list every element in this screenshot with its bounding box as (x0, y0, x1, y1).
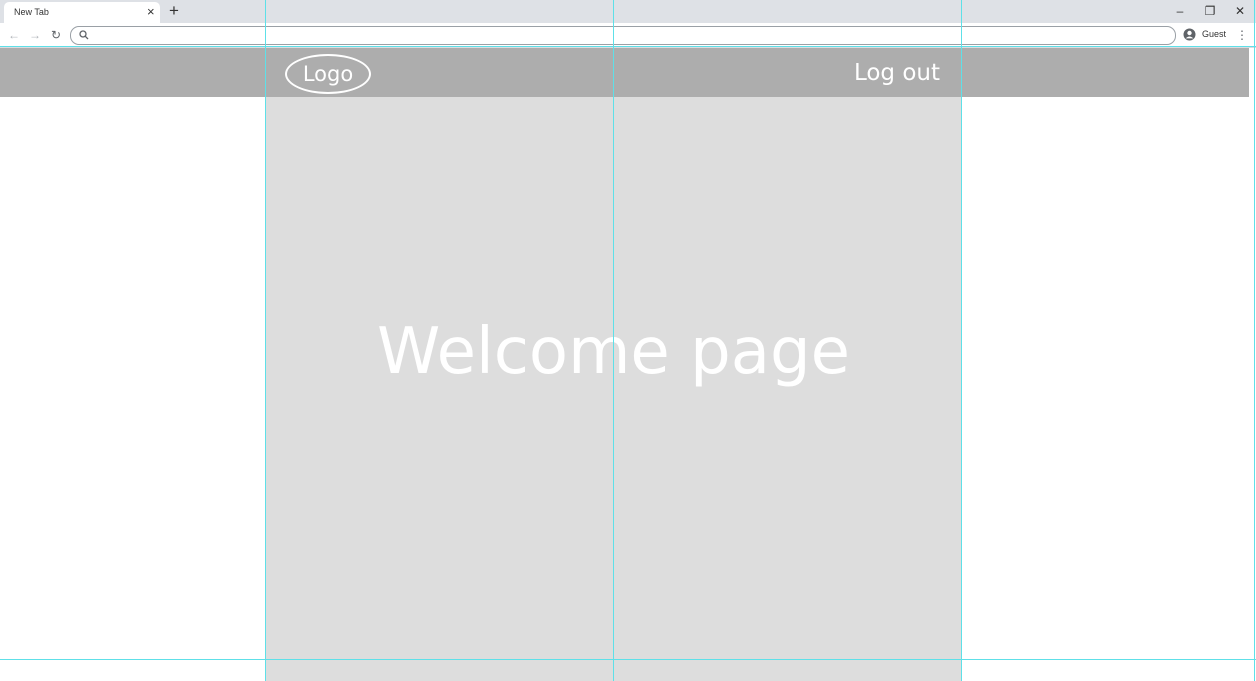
restore-button[interactable]: ❐ (1196, 1, 1224, 21)
site-header: Logo Log out (0, 48, 1249, 97)
new-tab-button[interactable]: + (169, 1, 179, 21)
avatar-icon (1183, 28, 1196, 41)
tab-close-icon[interactable]: × (147, 4, 155, 20)
tab-strip: New Tab × + – ❐ ✕ (0, 0, 1256, 23)
forward-icon[interactable]: → (26, 26, 44, 44)
browser-tab[interactable]: New Tab × (4, 2, 160, 23)
browser-toolbar: ← → ↻ Guest ⋮ (0, 23, 1256, 48)
reload-icon[interactable]: ↻ (47, 26, 65, 44)
tab-title: New Tab (14, 7, 49, 17)
guide-line-top (0, 46, 1256, 47)
profile-button[interactable]: Guest (1180, 26, 1230, 44)
logout-link[interactable]: Log out (846, 58, 940, 88)
back-icon[interactable]: ← (5, 26, 23, 44)
guide-line-edge (1254, 0, 1255, 681)
search-icon (79, 30, 89, 40)
address-bar[interactable] (70, 26, 1176, 45)
logo[interactable]: Logo (285, 54, 371, 94)
address-input[interactable] (93, 28, 1163, 42)
guide-line-left (265, 0, 266, 681)
guide-line-center (613, 0, 614, 681)
guide-line-bottom (0, 659, 1256, 660)
minimize-button[interactable]: – (1166, 1, 1194, 21)
profile-label: Guest (1202, 29, 1227, 39)
menu-icon[interactable]: ⋮ (1236, 26, 1248, 44)
guide-line-right (961, 0, 962, 681)
close-window-button[interactable]: ✕ (1226, 1, 1254, 21)
